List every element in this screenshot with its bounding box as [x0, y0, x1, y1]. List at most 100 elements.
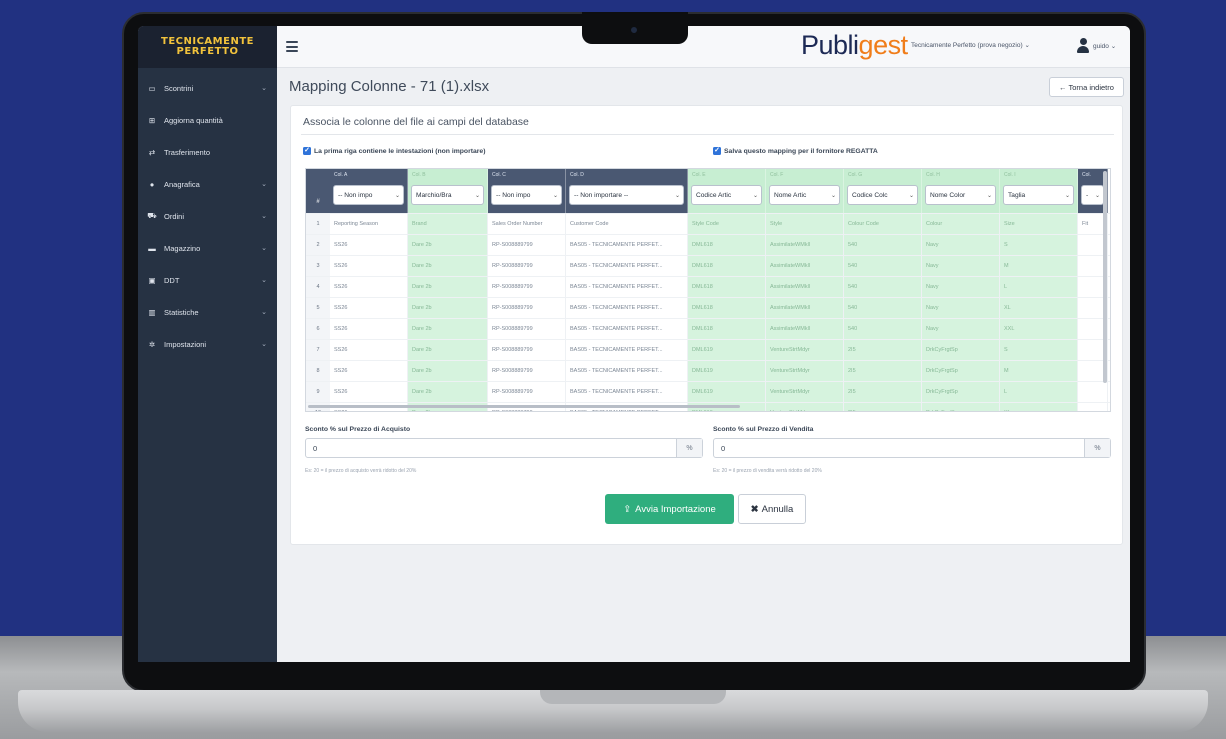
table-row: 2 SS26 Dare 2b RP-S008889799 BAS05 - TECNICA…	[306, 234, 1110, 255]
sidebar-item-trasferimento[interactable]: ⇄ Trasferimento	[138, 136, 277, 168]
row-index-header: #	[306, 169, 330, 213]
chevron-down-icon: ⌄	[394, 192, 400, 199]
column-letter-label: Col. I	[1004, 172, 1016, 178]
table-cell: RP-S008889799	[488, 298, 566, 318]
purchase-discount-input[interactable]: 0	[306, 439, 676, 457]
sidebar-item-aggiorna-quantit[interactable]: ⊞ Aggiorna quantità	[138, 104, 277, 136]
column-letter-label: Col. E	[692, 172, 706, 178]
row-index: 6	[306, 319, 330, 339]
column-mapping-select[interactable]: Codice Colc ⌄	[847, 185, 918, 205]
column-mapping-select[interactable]: - ⌄	[1081, 185, 1104, 205]
column-header: Col. E Codice Artic ⌄	[688, 169, 766, 213]
grid-vertical-scrollbar[interactable]	[1103, 171, 1107, 383]
start-import-button[interactable]: ⇪ Avvia Importazione	[605, 494, 734, 524]
column-mapping-select[interactable]: Nome Artic ⌄	[769, 185, 840, 205]
sidebar-item-statistiche[interactable]: ▥ Statistiche ⌄	[138, 296, 277, 328]
sidebar-item-label: DDT	[164, 275, 180, 285]
column-mapping-select[interactable]: -- Non impo ⌄	[333, 185, 404, 205]
chevron-down-icon: ⌄	[261, 245, 267, 252]
table-cell: DML619	[688, 340, 766, 360]
table-row: 1 Reporting Season Brand Sales Order Number…	[306, 213, 1110, 234]
table-cell: SS26	[330, 382, 408, 402]
grid-horizontal-scrollbar[interactable]	[308, 405, 740, 408]
sidebar-item-label: Magazzino	[164, 243, 201, 253]
column-mapping-select[interactable]: -- Non impo ⌄	[491, 185, 562, 205]
column-mapping-grid[interactable]: # Col. A -- Non impo ⌄ Col. B Marchio/Bra ⌄ Col…	[305, 168, 1111, 412]
table-cell: VentureStrtMdyr	[766, 340, 844, 360]
table-cell: DML618	[688, 277, 766, 297]
app-logo[interactable]: TECNICAMENTE PERFETTO	[138, 26, 277, 68]
table-cell: RP-S008889799	[488, 319, 566, 339]
row-index: 5	[306, 298, 330, 318]
sidebar-item-label: Aggiorna quantità	[164, 115, 223, 125]
grid-content: # Col. A -- Non impo ⌄ Col. B Marchio/Bra ⌄ Col…	[306, 169, 1110, 411]
table-cell: Dare 2b	[408, 235, 488, 255]
sidebar-item-scontrini[interactable]: ▭ Scontrini ⌄	[138, 72, 277, 104]
table-cell: RP-S008889799	[488, 235, 566, 255]
plus-square-icon: ⊞	[148, 115, 156, 125]
table-cell: RP-S008889799	[488, 340, 566, 360]
chevron-down-icon: ⌄	[261, 341, 267, 348]
table-cell: Navy	[922, 235, 1000, 255]
column-mapping-select[interactable]: Codice Artic ⌄	[691, 185, 762, 205]
cancel-button[interactable]: ✖ Annulla	[738, 494, 806, 524]
table-cell: 2I5	[844, 382, 922, 402]
purchase-discount-field: 0 %	[305, 438, 703, 458]
table-cell: SS26	[330, 256, 408, 276]
chevron-down-icon: ⌄	[552, 192, 558, 199]
table-cell: Sales Order Number	[488, 214, 566, 234]
table-cell: Dare 2b	[408, 256, 488, 276]
cancel-label: Annulla	[761, 503, 794, 515]
chevron-down-icon: ⌄	[261, 277, 267, 284]
table-cell: SS26	[330, 277, 408, 297]
table-cell: XL	[1000, 298, 1078, 318]
column-mapping-select[interactable]: Marchio/Bra ⌄	[411, 185, 484, 205]
column-mapping-value: -- Non impo	[338, 191, 373, 199]
user-menu[interactable]: guido ⌄	[1076, 38, 1116, 54]
table-cell: DML618	[688, 298, 766, 318]
column-mapping-value: -	[1086, 191, 1089, 199]
table-cell: SS26	[330, 319, 408, 339]
table-cell: DrkCyFrgtSp	[922, 382, 1000, 402]
table-cell: AssimilateWMkll	[766, 256, 844, 276]
brand-part-2: gest	[858, 30, 909, 60]
table-cell: 2I5	[844, 361, 922, 381]
sidebar-item-anagrafica[interactable]: ● Anagrafica ⌄	[138, 168, 277, 200]
table-cell: DML619	[688, 382, 766, 402]
row-index: 2	[306, 235, 330, 255]
table-cell: Style Code	[688, 214, 766, 234]
sidebar-nav: ▭ Scontrini ⌄ ⊞ Aggiorna quantità ⇄ Trasferime…	[138, 68, 277, 360]
table-cell: VentureStrtMdyr	[766, 361, 844, 381]
table-row: 3 SS26 Dare 2b RP-S008889799 BAS05 - TECNICA…	[306, 255, 1110, 276]
save-mapping-checkbox[interactable]: ✓	[713, 147, 721, 155]
shop-selector[interactable]: Tecnicamente Perfetto (prova negozio) ⌄	[911, 41, 1030, 49]
back-button[interactable]: ← Torna indietro	[1049, 77, 1124, 97]
column-header: Col. H Nome Color ⌄	[922, 169, 1000, 213]
sidebar-item-ddt[interactable]: ▣ DDT ⌄	[138, 264, 277, 296]
table-cell: Colour	[922, 214, 1000, 234]
header-row-checkbox[interactable]: ✓	[303, 147, 311, 155]
table-cell: AssimilateWMkll	[766, 319, 844, 339]
column-mapping-select[interactable]: -- Non importare -- ⌄	[569, 185, 684, 205]
table-cell: BAS05 - TECNICAMENTE PERFET...	[566, 298, 688, 318]
column-mapping-select[interactable]: Taglia ⌄	[1003, 185, 1074, 205]
table-cell: S	[1000, 235, 1078, 255]
column-mapping-value: Codice Artic	[696, 191, 732, 199]
table-row: 4 SS26 Dare 2b RP-S008889799 BAS05 - TECNICA…	[306, 276, 1110, 297]
hamburger-menu-icon[interactable]	[286, 41, 298, 52]
sale-discount-input[interactable]: 0	[714, 439, 1084, 457]
sidebar-item-ordini[interactable]: ⛟ Ordini ⌄	[138, 200, 277, 232]
gear-icon: ✲	[148, 339, 156, 349]
chevron-down-icon: ⌄	[830, 192, 836, 199]
close-icon: ✖	[750, 503, 759, 515]
sidebar-item-impostazioni[interactable]: ✲ Impostazioni ⌄	[138, 328, 277, 360]
sidebar-item-magazzino[interactable]: ▬ Magazzino ⌄	[138, 232, 277, 264]
table-cell: Colour Code	[844, 214, 922, 234]
table-row: 8 SS26 Dare 2b RP-S008889799 BAS05 - TECNICA…	[306, 360, 1110, 381]
table-cell: Dare 2b	[408, 298, 488, 318]
sidebar-item-label: Scontrini	[164, 83, 194, 93]
cart-icon: ⛟	[147, 211, 157, 220]
card-divider	[301, 134, 1114, 135]
row-index: 8	[306, 361, 330, 381]
column-mapping-select[interactable]: Nome Color ⌄	[925, 185, 996, 205]
